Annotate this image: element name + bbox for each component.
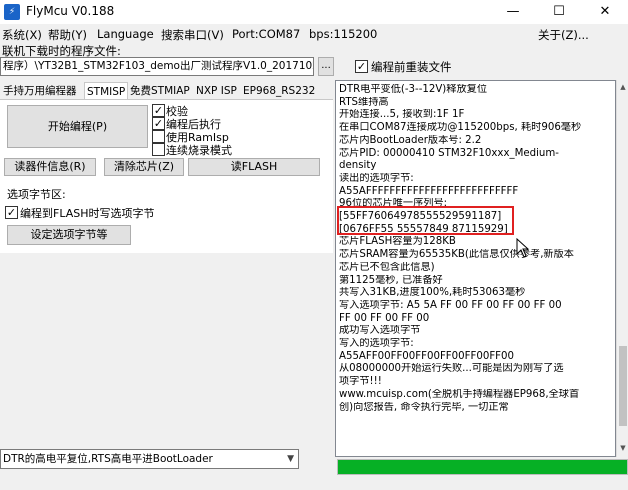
log-line: 写入选项字节: A5 5A FF 00 FF 00 FF 00 FF 00 [339, 299, 562, 311]
log-line: density [339, 160, 377, 172]
scroll-up-icon[interactable]: ▲ [617, 80, 628, 94]
tab-free-stmiap[interactable]: 免费STMIAP [128, 82, 192, 100]
log-line: 在串口COM87连接成功@115200bps, 耗时906毫秒 [339, 122, 582, 134]
log-line: 开始连接...5, 接收到:1F 1F [339, 109, 465, 121]
run-after-program-checkbox[interactable]: ✓ [152, 117, 165, 130]
write-option-bytes-label: 编程到FLASH时写选项字节 [20, 207, 155, 220]
tab-nxp-isp[interactable]: NXP ISP [194, 82, 239, 100]
log-line: A55AFFFFFFFFFFFFFFFFFFFFFFFFFF [339, 185, 519, 197]
log-line: 读出的选项字节: [339, 172, 414, 184]
log-line: 项字节!!! [339, 376, 382, 388]
preload-checkbox[interactable]: ✓ [355, 60, 368, 73]
log-output[interactable]: DTR电平变低(-3--12V)释放复位 RTS维持高 开始连接...5, 接收到:… [335, 80, 616, 457]
reset-mode-select[interactable]: DTR的高电平复位,RTS高电平进BootLoader ▼ [0, 449, 299, 469]
tab-handheld-programmer[interactable]: 手持万用编程器 [1, 82, 79, 100]
serial-number-highlight-box [337, 206, 514, 235]
log-line: 第1125毫秒, 已准备好 [339, 274, 443, 286]
scroll-thumb[interactable] [619, 346, 627, 426]
read-device-info-button[interactable]: 读器件信息(R) [4, 158, 96, 176]
menu-system[interactable]: 系统(X) [2, 27, 42, 43]
set-option-bytes-button[interactable]: 设定选项字节等 [7, 225, 131, 245]
log-line: A55AFF00FF00FF00FF00FF00FF00 [339, 350, 514, 362]
maximize-button[interactable]: ☐ [536, 0, 582, 24]
write-option-bytes-checkbox[interactable]: ✓ [5, 206, 18, 219]
log-line: 从08000000开始运行失败...可能是因为刚写了选 [339, 363, 564, 375]
progress-fill [338, 460, 627, 474]
start-programming-button[interactable]: 开始编程(P) [7, 105, 148, 148]
mouse-cursor-icon [516, 238, 530, 258]
progress-bar [337, 459, 628, 475]
reset-mode-value: DTR的高电平复位,RTS高电平进BootLoader [3, 453, 213, 465]
menu-port[interactable]: Port:COM87 [232, 27, 300, 41]
close-button[interactable]: ✕ [582, 0, 628, 24]
verify-checkbox[interactable]: ✓ [152, 104, 165, 117]
minimize-button[interactable]: — [490, 0, 536, 24]
log-scrollbar[interactable]: ▲ ▼ [616, 80, 628, 457]
browse-button[interactable]: ... [318, 57, 334, 76]
use-ramisp-checkbox[interactable] [152, 130, 165, 143]
log-lines: DTR电平变低(-3--12V)释放复位 RTS维持高 开始连接...5, 接收到:… [339, 84, 615, 414]
title-bar: ⚡ FlyMcu V0.188 — ☐ ✕ [0, 0, 628, 24]
menu-bps[interactable]: bps:115200 [309, 27, 377, 41]
tab-stmisp[interactable]: STMISP [84, 82, 129, 100]
erase-chip-button[interactable]: 清除芯片(Z) [104, 158, 184, 176]
log-line: www.mcuisp.com(全脱机手持编程器EP968,全球首 [339, 388, 580, 400]
app-icon: ⚡ [4, 4, 20, 20]
menu-search-port[interactable]: 搜索串口(V) [161, 27, 224, 43]
log-line: 芯片内BootLoader版本号: 2.2 [339, 134, 482, 146]
log-line: 创)向您报告, 命令执行完毕, 一切正常 [339, 401, 509, 413]
menu-about[interactable]: 关于(Z)... [538, 27, 589, 43]
log-line: 成功写入选项字节 [339, 325, 421, 337]
preload-label: 编程前重装文件 [371, 60, 452, 74]
log-line: RTS维持高 [339, 96, 389, 108]
continuous-burn-checkbox[interactable] [152, 143, 165, 156]
scroll-down-icon[interactable]: ▼ [617, 441, 628, 455]
log-line: FF 00 FF 00 FF 00 [339, 312, 430, 324]
menu-help[interactable]: 帮助(Y) [48, 27, 87, 43]
option-bytes-label: 选项字节区: [7, 188, 66, 201]
log-line: 芯片PID: 00000410 STM32F10xxx_Medium- [339, 147, 559, 159]
menu-bar: 系统(X) 帮助(Y) Language 搜索串口(V) Port:COM87 … [0, 25, 628, 43]
file-path-input[interactable]: 程序）\YT32B1_STM32F103_demo出厂测试程序V1.0_2017… [0, 57, 314, 76]
chevron-down-icon: ▼ [287, 454, 294, 464]
read-flash-button[interactable]: 读FLASH [188, 158, 320, 176]
log-line: 共写入31KB,进度100%,耗时53063毫秒 [339, 287, 526, 299]
continuous-burn-label: 连续烧录模式 [166, 144, 232, 157]
window-title: FlyMcu V0.188 [26, 4, 115, 18]
log-line: 芯片SRAM容量为65535KB(此信息仅供参考,新版本 [339, 249, 574, 261]
log-line: 芯片FLASH容量为128KB [339, 236, 456, 248]
tab-ep968-rs232[interactable]: EP968_RS232 [241, 82, 317, 100]
log-line: 写入的选项字节: [339, 338, 414, 350]
log-line: DTR电平变低(-3--12V)释放复位 [339, 84, 488, 95]
menu-language[interactable]: Language [97, 27, 154, 41]
log-line: 芯片已不包含此信息) [339, 261, 435, 273]
